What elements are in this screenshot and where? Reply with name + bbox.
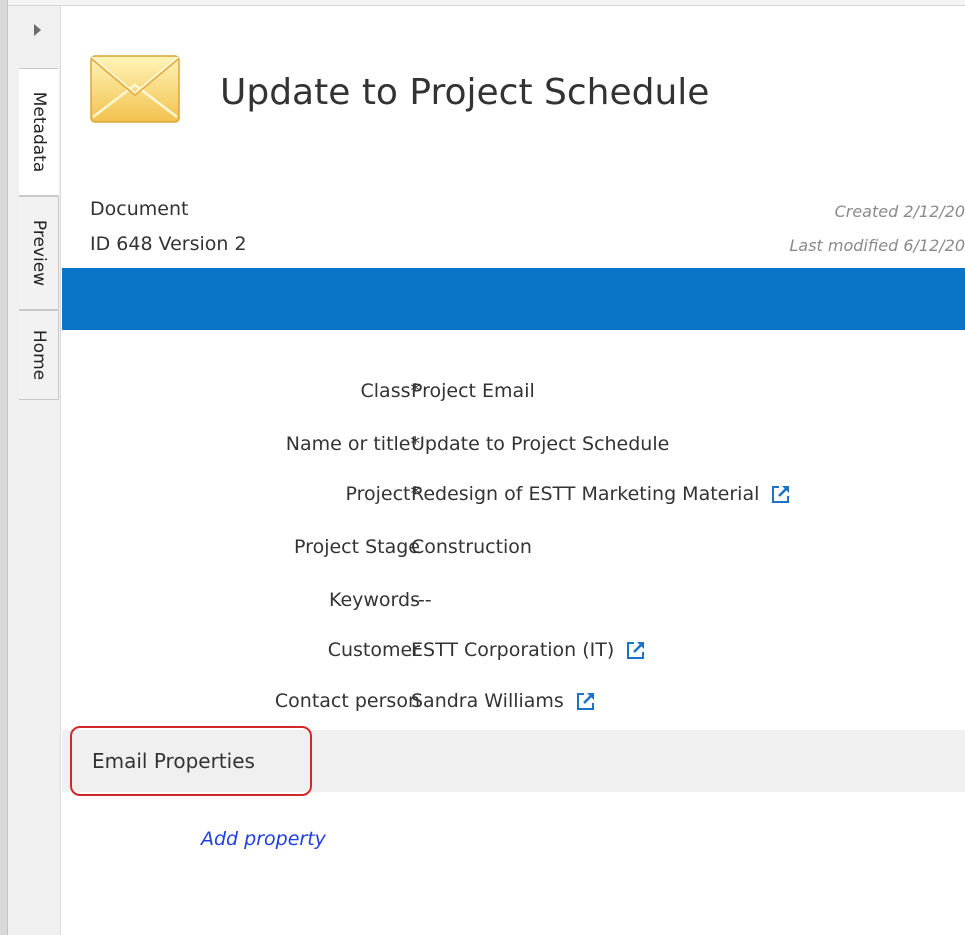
property-value: Redesign of ESTT Marketing Material bbox=[411, 483, 791, 505]
property-value: --- bbox=[411, 589, 432, 611]
add-property-link[interactable]: Add property bbox=[201, 828, 326, 850]
property-value: Update to Project Schedule bbox=[411, 433, 670, 455]
property-label: Project* bbox=[345, 483, 420, 505]
property-label: Project Stage bbox=[294, 536, 420, 558]
tab-preview[interactable]: Preview bbox=[19, 196, 59, 310]
property-label: Customer bbox=[327, 639, 420, 661]
property-row-customer[interactable]: Customer ESTT Corporation (IT) bbox=[62, 625, 965, 675]
tab-metadata-label: Metadata bbox=[28, 91, 49, 173]
created-date: Created 2/12/20 bbox=[834, 202, 965, 221]
document-id: ID 648 bbox=[90, 233, 153, 255]
page-title: Update to Project Schedule bbox=[220, 72, 710, 113]
external-link-icon[interactable] bbox=[771, 484, 791, 504]
property-value: ESTT Corporation (IT) bbox=[411, 639, 646, 661]
property-value: Sandra Williams bbox=[411, 690, 596, 712]
external-link-icon[interactable] bbox=[576, 691, 596, 711]
email-properties-title[interactable]: Email Properties bbox=[92, 749, 255, 773]
tab-metadata[interactable]: Metadata bbox=[19, 68, 59, 196]
tab-home-label: Home bbox=[28, 329, 49, 381]
expand-arrow-icon[interactable] bbox=[34, 24, 41, 36]
property-row-project[interactable]: Project* Redesign of ESTT Marketing Mate… bbox=[62, 469, 965, 519]
property-row-keywords[interactable]: Keywords --- bbox=[62, 575, 965, 625]
document-version: Version 2 bbox=[158, 233, 247, 255]
document-type: Document bbox=[90, 198, 189, 220]
property-row-contact-person[interactable]: Contact person Sandra Williams bbox=[62, 676, 965, 726]
property-row-project-stage[interactable]: Project Stage Construction bbox=[62, 522, 965, 572]
external-link-icon[interactable] bbox=[626, 640, 646, 660]
last-modified-date: Last modified 6/12/20 bbox=[789, 236, 965, 255]
property-label: Contact person bbox=[274, 690, 420, 712]
window-top-edge bbox=[0, 0, 965, 6]
tab-preview-label: Preview bbox=[28, 219, 49, 287]
property-label: Keywords bbox=[328, 589, 420, 611]
tab-home[interactable]: Home bbox=[19, 310, 59, 400]
envelope-icon bbox=[90, 55, 180, 123]
document-id-version: ID 648 Version 2 bbox=[90, 233, 253, 255]
window-left-edge bbox=[0, 0, 8, 935]
property-value: Project Email bbox=[411, 380, 535, 402]
property-row-name[interactable]: Name or title* Update to Project Schedul… bbox=[62, 419, 965, 469]
accent-bar bbox=[62, 268, 965, 330]
property-value: Construction bbox=[411, 536, 532, 558]
property-row-class[interactable]: Class* Project Email bbox=[62, 366, 965, 416]
property-label: Name or title* bbox=[285, 433, 420, 455]
